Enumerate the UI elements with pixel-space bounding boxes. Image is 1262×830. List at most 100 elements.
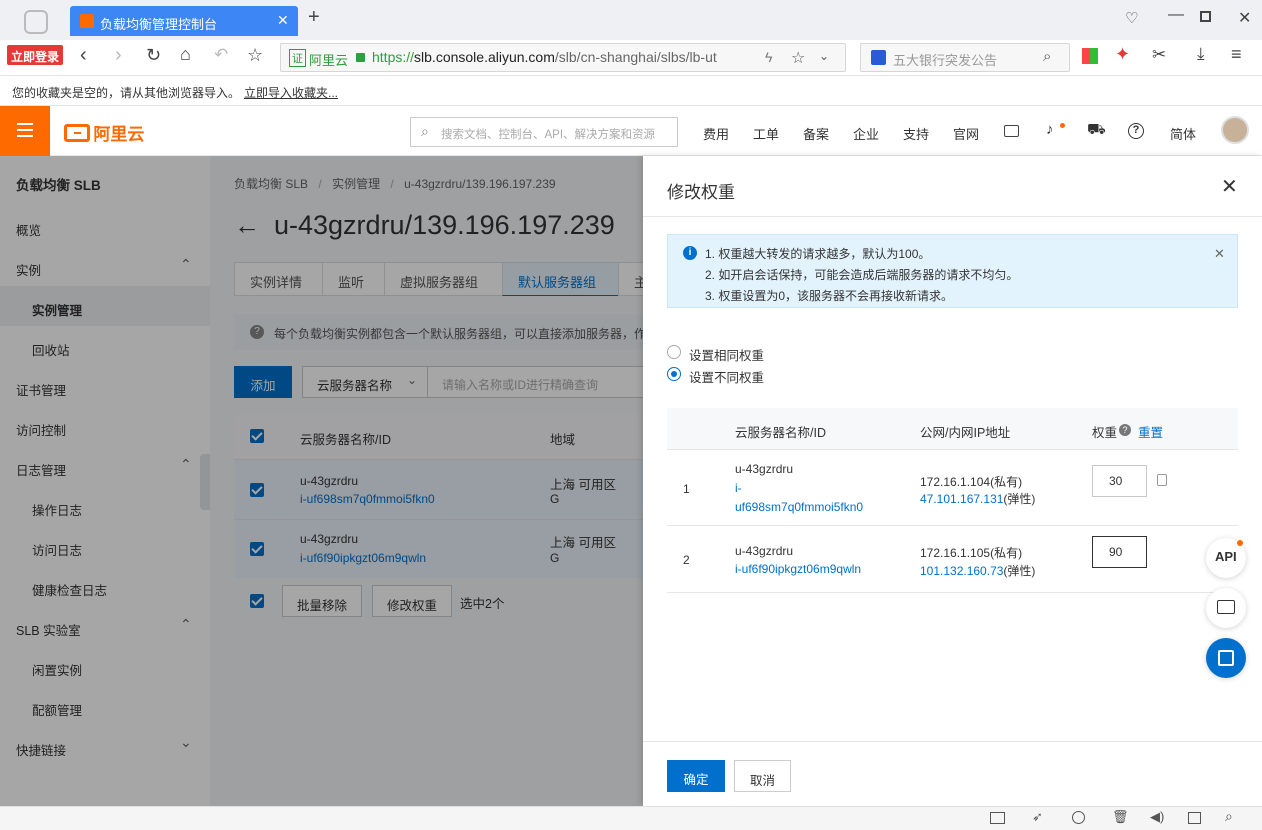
url-dropdown-icon[interactable]: ⌄: [819, 49, 829, 63]
weight-input[interactable]: 30: [1092, 465, 1147, 497]
game-icon[interactable]: ✦: [1115, 44, 1130, 65]
browser-statusbar: ➶ 🗑 ◀) ⌕: [0, 806, 1262, 830]
search-icon[interactable]: ⌕: [1043, 48, 1051, 65]
radio-different-weight-label[interactable]: 设置不同权重: [689, 367, 764, 386]
modify-weight-drawer: 修改权重 ✕ i 1. 权重越大转发的请求越多，默认为100。 2. 如开启会话…: [643, 156, 1262, 806]
api-dot: [1237, 540, 1243, 546]
modal-overlay[interactable]: [0, 156, 643, 806]
public-ip-link[interactable]: 101.132.160.73: [920, 564, 1003, 578]
avatar[interactable]: [1221, 116, 1249, 144]
browser-search-placeholder: 五大银行突发公告: [893, 53, 998, 68]
menu-icon[interactable]: ≡: [1231, 44, 1242, 65]
apps-icon: [1218, 650, 1234, 666]
lock-icon: [356, 53, 365, 62]
url-text: https://slb.console.aliyun.com/slb/cn-sh…: [372, 49, 717, 65]
nav-official[interactable]: 官网: [953, 124, 979, 143]
console-header: 阿里云 ⌕ 搜索文档、控制台、API、解决方案和资源 费用 工单 备案 企业 支…: [0, 106, 1262, 156]
cart-icon[interactable]: ⛟: [1087, 121, 1106, 140]
nav-enterprise[interactable]: 企业: [853, 124, 879, 143]
weight-input[interactable]: 90: [1092, 536, 1147, 568]
public-ip-suffix: (弹性): [1003, 564, 1036, 578]
apps-float-button[interactable]: [1206, 638, 1246, 678]
server-name: u-43gzrdru: [735, 544, 794, 558]
download-icon[interactable]: ⤓: [1197, 44, 1205, 64]
home-icon[interactable]: ⌂: [180, 44, 191, 65]
radio-different-weight[interactable]: [667, 367, 681, 381]
window-icon[interactable]: [1188, 812, 1201, 824]
favorite-icon[interactable]: ☆: [791, 48, 805, 68]
nav-fee[interactable]: 费用: [703, 124, 729, 143]
bell-icon[interactable]: ♪: [1046, 121, 1054, 138]
browser-logo-icon: [24, 10, 48, 34]
apps-grid-icon[interactable]: [1082, 48, 1098, 64]
scissors-icon[interactable]: ✂: [1152, 45, 1166, 65]
undo-icon[interactable]: ↶: [214, 45, 228, 65]
reset-link[interactable]: 重置: [1138, 422, 1163, 441]
browser-search-box[interactable]: 五大银行突发公告 ⌕: [860, 43, 1070, 72]
refresh-icon[interactable]: ↻: [146, 45, 161, 66]
copy-icon[interactable]: [1157, 474, 1167, 486]
minimize-icon[interactable]: —: [1168, 6, 1184, 24]
weight-help-icon[interactable]: ?: [1119, 424, 1131, 436]
tab-title: 负载均衡管理控制台: [100, 17, 218, 32]
server-id-link[interactable]: i-uf6f90ipkgzt06m9qwln: [735, 562, 861, 576]
cert-site: 阿里云: [309, 53, 349, 68]
terminal-icon[interactable]: [1004, 125, 1019, 137]
column-header: 云服务器名称/ID: [735, 426, 826, 440]
maximize-icon[interactable]: [1200, 11, 1211, 22]
forward-icon[interactable]: ›: [115, 44, 122, 67]
image-icon[interactable]: [990, 812, 1005, 824]
confirm-button[interactable]: 确定: [667, 760, 725, 792]
speed-icon[interactable]: [1072, 811, 1085, 824]
new-tab-icon[interactable]: +: [308, 6, 320, 29]
nav-ticket[interactable]: 工单: [753, 124, 779, 143]
notify-dot: [1060, 123, 1065, 128]
browser-tab[interactable]: 负载均衡管理控制台 ✕: [70, 6, 298, 36]
nav-support[interactable]: 支持: [903, 124, 929, 143]
lightning-icon[interactable]: ϟ: [765, 49, 772, 65]
info-icon: i: [683, 246, 697, 260]
weight-table-header: 云服务器名称/ID 公网/内网IP地址 权重 ? 重置: [667, 408, 1238, 450]
row-index: 2: [683, 553, 690, 567]
notice-close-icon[interactable]: ✕: [1214, 246, 1225, 262]
column-header: 权重: [1092, 426, 1118, 440]
cert-badge: 证: [289, 49, 306, 67]
drawer-close-icon[interactable]: ✕: [1221, 174, 1238, 199]
public-ip-link[interactable]: 47.101.167.131: [920, 492, 1003, 506]
help-icon[interactable]: ?: [1128, 123, 1144, 139]
console-search-placeholder: 搜索文档、控制台、API、解决方案和资源: [441, 129, 656, 141]
browser-titlebar: 负载均衡管理控制台 ✕ + ♡ — ✕: [0, 0, 1262, 40]
language-switch[interactable]: 简体: [1170, 124, 1196, 143]
server-id-link[interactable]: i-: [735, 481, 742, 495]
nav-beian[interactable]: 备案: [803, 124, 829, 143]
aliyun-logo-icon: [64, 123, 90, 142]
trash-icon[interactable]: 🗑: [1112, 809, 1129, 825]
bookmarks-empty-text: 您的收藏夹是空的，请从其他浏览器导入。: [12, 86, 241, 100]
rocket-icon[interactable]: ➶: [1032, 809, 1043, 825]
radio-same-weight-label[interactable]: 设置相同权重: [689, 345, 764, 364]
login-badge[interactable]: 立即登录: [7, 45, 63, 65]
tab-close-icon[interactable]: ✕: [277, 12, 289, 29]
private-ip: 172.16.1.105(私有): [920, 546, 1023, 560]
zoom-icon[interactable]: ⌕: [1225, 808, 1233, 825]
url-bar[interactable]: 证 阿里云 https://slb.console.aliyun.com/slb…: [280, 43, 846, 72]
public-ip-suffix: (弹性): [1003, 492, 1036, 506]
chat-float-button[interactable]: [1206, 588, 1246, 628]
weight-table-row: 2 u-43gzrdru i-uf6f90ipkgzt06m9qwln 172.…: [667, 526, 1238, 593]
api-float-button[interactable]: API: [1206, 538, 1246, 578]
back-icon[interactable]: ‹: [80, 44, 87, 67]
radio-same-weight[interactable]: [667, 345, 681, 359]
chat-icon: [1217, 600, 1235, 614]
close-window-icon[interactable]: ✕: [1238, 8, 1251, 28]
paw-icon: [871, 50, 886, 65]
bookmark-star-icon[interactable]: ☆: [247, 45, 263, 66]
hamburger-menu-icon[interactable]: [0, 106, 50, 156]
bookmarks-import-link[interactable]: 立即导入收藏夹...: [244, 84, 338, 101]
aliyun-logo[interactable]: 阿里云: [64, 120, 144, 145]
cancel-button[interactable]: 取消: [734, 760, 791, 792]
row-index: 1: [683, 482, 690, 496]
sound-icon[interactable]: ◀): [1150, 809, 1164, 825]
console-search-box[interactable]: ⌕ 搜索文档、控制台、API、解决方案和资源: [410, 117, 678, 147]
skin-icon[interactable]: ♡: [1125, 9, 1138, 27]
server-id-link[interactable]: uf698sm7q0fmmoi5fkn0: [735, 500, 863, 514]
